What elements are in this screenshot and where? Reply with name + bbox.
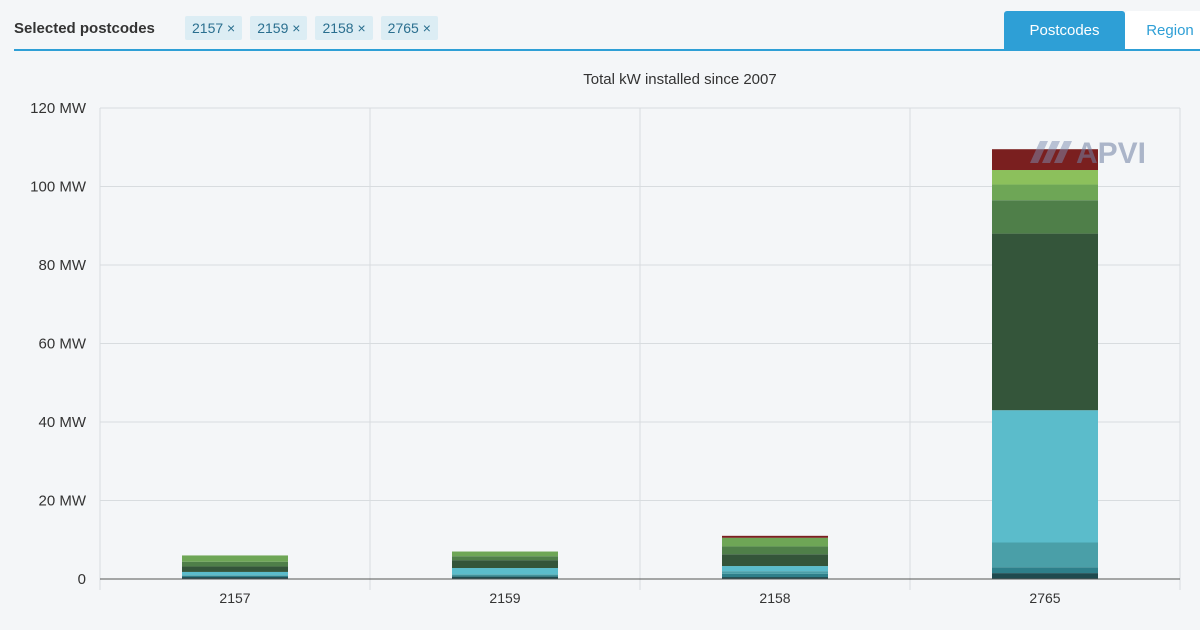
- tab-region[interactable]: Region: [1125, 11, 1200, 50]
- bar-segment-2157-3: [182, 571, 288, 576]
- bar-segment-2159-1: [452, 575, 558, 577]
- bar-segment-2159-6: [452, 551, 558, 557]
- chart-title: Total kW installed since 2007: [583, 71, 776, 88]
- x-tick-label: 2158: [759, 590, 790, 606]
- bar-segment-2765-5: [992, 200, 1098, 234]
- x-tick-label: 2157: [219, 590, 250, 606]
- postcode-chip-2159[interactable]: 2159 ×: [250, 16, 308, 40]
- y-tick-label: 40 MW: [38, 414, 86, 431]
- bar-segment-2765-0: [992, 573, 1098, 579]
- y-tick-label: 100 MW: [30, 179, 87, 196]
- bar-segment-2158-2: [722, 571, 828, 574]
- bar-segment-2765-2: [992, 542, 1098, 568]
- bar-segment-2157-4: [182, 566, 288, 572]
- tab-postcodes[interactable]: Postcodes: [1004, 11, 1125, 50]
- postcode-chip-2157[interactable]: 2157 ×: [185, 16, 243, 40]
- y-tick-label: 20 MW: [38, 493, 86, 510]
- bar-segment-2158-8: [722, 535, 828, 538]
- x-tick-label: 2159: [489, 590, 520, 606]
- bar-segment-2765-1: [992, 567, 1098, 574]
- y-tick-label: 60 MW: [38, 336, 86, 353]
- postcode-chip-2158[interactable]: 2158 ×: [315, 16, 373, 40]
- y-tick-label: 0: [78, 571, 86, 588]
- bar-segment-2158-3: [722, 566, 828, 572]
- header-divider: [14, 49, 1200, 51]
- bar-segment-2765-3: [992, 410, 1098, 543]
- bar-segment-2157-1: [182, 575, 288, 578]
- logo-text: APVI: [1076, 137, 1146, 170]
- bar-segment-2765-4: [992, 233, 1098, 411]
- y-tick-label: 80 MW: [38, 257, 86, 274]
- bar-segment-2157-5: [182, 561, 288, 567]
- bar-segment-2159-5: [452, 556, 558, 561]
- header-bar: Selected postcodes 2157 × 2159 × 2158 × …: [0, 0, 1200, 52]
- bar-segment-2157-6: [182, 555, 288, 562]
- bar-segment-2159-3: [452, 568, 558, 575]
- y-tick-label: 120 MW: [30, 100, 87, 117]
- bar-segment-2159-4: [452, 560, 558, 569]
- bar-segment-2158-5: [722, 546, 828, 555]
- bar-segment-2158-1: [722, 573, 828, 578]
- selected-postcodes-label: Selected postcodes: [14, 20, 155, 37]
- bar-segment-2157-2: [182, 575, 288, 576]
- bar-segment-2158-6: [722, 537, 828, 547]
- bar-segment-2159-2: [452, 574, 558, 576]
- postcode-chip-list: 2157 × 2159 × 2158 × 2765 ×: [185, 16, 438, 40]
- bar-segment-2158-4: [722, 554, 828, 567]
- bar-segment-2765-7: [992, 170, 1098, 185]
- bar-segment-2765-6: [992, 184, 1098, 201]
- postcode-chip-2765[interactable]: 2765 ×: [380, 16, 438, 40]
- x-tick-label: 2765: [1029, 590, 1060, 606]
- stacked-bar-chart: Total kW installed since 2007 0 20 MW 40 M…: [30, 71, 1181, 606]
